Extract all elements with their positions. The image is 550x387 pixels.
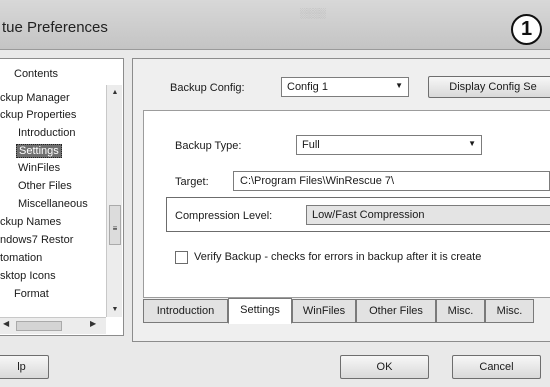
tree-item-settings[interactable]: Settings [16,144,62,158]
verify-backup-label: Verify Backup - checks for errors in bac… [194,251,482,263]
tree-item-desktop-icons[interactable]: sktop Icons [0,270,56,282]
scroll-grip-icon: ≡ [112,224,118,233]
tree-item-miscellaneous[interactable]: Miscellaneous [18,198,88,210]
tree-item-winfiles[interactable]: WinFiles [18,162,60,174]
window-title: tue Preferences [2,19,108,36]
backup-type-value: Full [302,139,320,151]
scroll-up-arrow-icon[interactable]: ▲ [107,85,123,100]
target-label: Target: [175,176,209,188]
tree-header: Contents [14,68,59,80]
tree-item-other-files[interactable]: Other Files [18,180,72,192]
ok-button[interactable]: OK [340,355,429,379]
tab-winfiles[interactable]: WinFiles [292,299,356,323]
scroll-down-arrow-icon[interactable]: ▼ [107,302,123,317]
settings-tabs: Introduction Settings WinFiles Other Fil… [143,298,550,324]
contents-tree[interactable]: Contents ckup Manager ckup Properties In… [0,58,124,336]
title-bar: tue Preferences ░░░░ 1 [0,0,550,50]
scroll-right-arrow-icon[interactable]: ▶ [90,319,96,328]
tab-other-files[interactable]: Other Files [356,299,436,323]
dropdown-arrow-icon: ▼ [395,81,403,90]
cancel-button[interactable]: Cancel [452,355,541,379]
tree-item-backup-names[interactable]: ckup Names [0,216,61,228]
dropdown-arrow-icon: ▼ [468,139,476,148]
tree-item-format[interactable]: Format [14,288,49,300]
tree-item-backup-manager[interactable]: ckup Manager [0,92,70,104]
tree-item-automation[interactable]: tomation [0,252,42,264]
tab-settings[interactable]: Settings [228,298,292,324]
backup-config-label: Backup Config: [170,82,245,94]
tab-introduction[interactable]: Introduction [143,299,228,323]
target-path-value: C:\Program Files\WinRescue 7\ [240,175,395,187]
tree-horizontal-scrollbar[interactable]: ◀ ▶ [0,317,106,334]
compression-level-select[interactable]: Low/Fast Compression [306,205,550,225]
tree-item-windows7-restore[interactable]: ndows7 Restor [0,234,73,246]
display-config-button[interactable]: Display Config Se [428,76,550,98]
backup-type-label: Backup Type: [175,140,242,152]
preferences-window: tue Preferences ░░░░ 1 Contents ckup Man… [0,0,550,387]
step-number-badge: 1 [511,14,542,45]
verify-backup-checkbox[interactable] [175,251,188,264]
compression-level-label: Compression Level: [175,210,273,222]
backup-config-select[interactable]: Config 1 ▼ [281,77,409,97]
tree-vertical-scrollbar[interactable]: ▲ ≡ ▼ [106,85,122,317]
tab-misc[interactable]: Misc. [436,299,485,323]
backup-type-select[interactable]: Full ▼ [296,135,482,155]
horizontal-scroll-thumb[interactable] [16,321,62,331]
tab-misc-2[interactable]: Misc. [485,299,534,323]
backup-config-value: Config 1 [287,81,328,93]
target-path-field[interactable]: C:\Program Files\WinRescue 7\ [233,171,550,191]
tree-item-backup-properties[interactable]: ckup Properties [0,109,76,121]
compression-level-value: Low/Fast Compression [312,209,425,221]
background-watermark: ░░░░ [300,8,326,18]
scroll-left-arrow-icon[interactable]: ◀ [3,319,9,328]
help-button[interactable]: lp [0,355,49,379]
tree-item-introduction[interactable]: Introduction [18,127,75,139]
